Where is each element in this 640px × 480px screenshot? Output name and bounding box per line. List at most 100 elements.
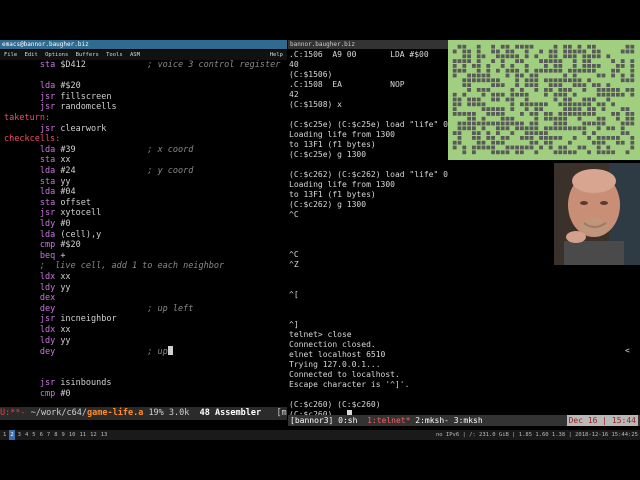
life-cell — [548, 88, 553, 92]
code-line[interactable]: jsr randomcells — [4, 102, 117, 112]
life-cell — [486, 64, 491, 68]
life-cell — [472, 97, 476, 102]
life-cell — [582, 83, 587, 87]
life-cell — [630, 140, 635, 145]
code-operand: randomcells — [60, 102, 117, 113]
life-cell — [548, 145, 553, 150]
workspace-2[interactable]: 2 — [9, 430, 15, 440]
workspace-9[interactable]: 9 — [61, 430, 66, 440]
life-cell — [462, 68, 467, 73]
life-cell — [620, 49, 625, 54]
life-cell — [529, 112, 534, 116]
life-cell — [486, 78, 491, 83]
code-line[interactable]: sta yy — [4, 177, 71, 187]
life-cell — [486, 145, 491, 150]
code-line[interactable]: ldx xx — [4, 272, 71, 282]
code-line[interactable]: ldx xx — [4, 325, 71, 335]
menu-edit[interactable]: Edit — [25, 52, 38, 58]
life-cell — [606, 92, 611, 97]
code-line[interactable]: jsr fillscreen — [4, 92, 112, 102]
code-comment: ; live cell, add 1 to each neighbor — [39, 261, 225, 272]
terminal-line: ^] — [289, 320, 299, 329]
code-line[interactable]: dey ; up — [4, 346, 173, 357]
code-line[interactable]: checkcells: — [4, 134, 60, 144]
terminal-line: (C:$c262) (C:$c262) load "life" 0 — [289, 170, 448, 179]
life-cell — [467, 112, 471, 116]
life-cell — [620, 131, 625, 135]
code-line[interactable]: sta $D412 ; voice 3 control register — [4, 60, 281, 70]
life-cell — [529, 102, 534, 107]
code-editor[interactable]: sta $D412 ; voice 3 control register lda… — [0, 60, 287, 405]
code-line[interactable]: lda (cell),y — [4, 230, 101, 240]
code-line[interactable]: jsr isinbounds — [4, 378, 112, 388]
menu-file[interactable]: File — [4, 52, 17, 58]
code-line[interactable]: ldy yy — [4, 336, 71, 346]
workspace-8[interactable]: 8 — [53, 430, 58, 440]
life-cell — [596, 150, 601, 155]
life-cell — [510, 121, 515, 126]
code-line[interactable]: dey ; up left — [4, 304, 194, 314]
menu-tools[interactable]: Tools — [106, 52, 123, 58]
life-cell — [582, 112, 587, 116]
life-cell — [611, 92, 615, 97]
code-line[interactable]: sta offset — [4, 198, 91, 208]
life-cell — [596, 83, 601, 87]
menu-buffers[interactable]: Buffers — [76, 52, 99, 58]
menu-options[interactable]: Options — [45, 52, 68, 58]
tmux-window-telnet[interactable]: 1:telnet* — [367, 416, 410, 425]
code-line[interactable]: ; live cell, add 1 to each neighbor — [4, 261, 224, 271]
life-cell — [606, 83, 611, 87]
life-cell — [601, 92, 606, 97]
code-line[interactable]: dex — [4, 293, 60, 303]
life-cell — [529, 73, 534, 78]
code-line[interactable]: lda #04 — [4, 187, 76, 197]
life-cell — [510, 97, 515, 102]
life-cell — [534, 126, 539, 131]
workspace-11[interactable]: 11 — [78, 430, 87, 440]
workspace-4[interactable]: 4 — [24, 430, 29, 440]
tmux-status-windows: [bannor3] 0:sh 1:telnet* 2:mksh- 3:mksh — [290, 415, 483, 426]
menu-asm[interactable]: ASM — [130, 52, 140, 58]
workspace-7[interactable]: 7 — [46, 430, 51, 440]
emacs-window[interactable]: emacs@bannor.baugher.biz File Edit Optio… — [0, 40, 287, 430]
terminal-line: (C:$c260) (C:$c260) — [289, 400, 381, 409]
tmux-window-list[interactable]: 2:mksh- 3:mksh — [410, 416, 482, 425]
code-line[interactable]: lda #24 ; y coord — [4, 166, 194, 176]
code-line[interactable]: beq + — [4, 251, 66, 261]
life-cell — [462, 145, 467, 150]
workspace-10[interactable]: 10 — [68, 430, 77, 440]
life-cell — [524, 92, 529, 97]
life-cell — [558, 102, 563, 107]
workspace-13[interactable]: 13 — [100, 430, 109, 440]
workspace-12[interactable]: 12 — [89, 430, 98, 440]
life-cell — [505, 150, 510, 155]
code-mnemonic: lda — [39, 81, 56, 92]
life-cell — [568, 97, 572, 102]
code-line[interactable]: lda #39 ; x coord — [4, 145, 194, 155]
code-line[interactable]: jsr clearwork — [4, 124, 107, 134]
workspace-5[interactable]: 5 — [31, 430, 36, 440]
life-cell — [462, 150, 467, 155]
workspace-1[interactable]: 1 — [2, 430, 7, 440]
code-line[interactable]: lda #$20 — [4, 81, 81, 91]
menu-help[interactable]: Help — [270, 50, 283, 60]
life-cell — [582, 59, 587, 63]
workspace-6[interactable]: 6 — [39, 430, 44, 440]
code-line[interactable]: jsr xytocell — [4, 208, 101, 218]
life-cell — [491, 107, 495, 111]
life-cell — [568, 126, 572, 131]
code-line[interactable]: taketurn: — [4, 113, 50, 123]
code-line[interactable]: cmp #$20 — [4, 240, 81, 250]
code-line[interactable]: ldy yy — [4, 283, 71, 293]
life-cell — [452, 68, 457, 73]
life-cell — [520, 121, 524, 126]
code-line[interactable]: ldy #0 — [4, 219, 71, 229]
life-cell — [515, 78, 519, 83]
code-line[interactable]: sta xx — [4, 155, 71, 165]
life-cell — [582, 126, 587, 131]
code-mnemonic: ldy — [39, 335, 56, 346]
code-line[interactable]: cmp #0 — [4, 389, 71, 399]
code-line[interactable]: jsr incneighbor — [4, 314, 117, 324]
life-cell — [572, 78, 577, 83]
workspace-3[interactable]: 3 — [17, 430, 22, 440]
